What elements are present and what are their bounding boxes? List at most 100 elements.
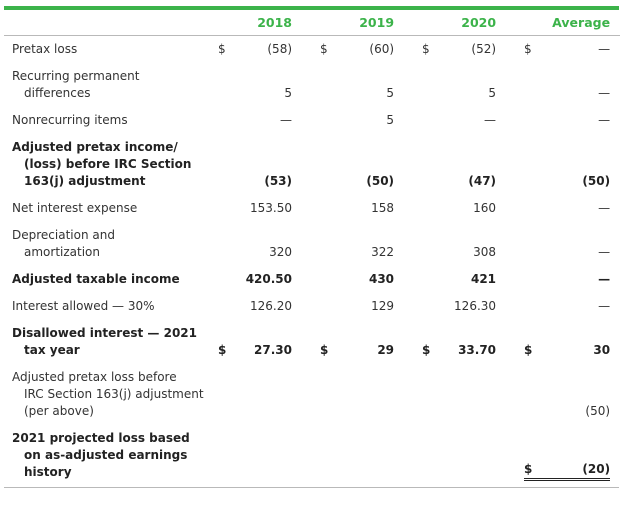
value-2019: (60) bbox=[369, 42, 395, 56]
value-2018 bbox=[230, 364, 314, 425]
dollar-sign-2019 bbox=[314, 364, 332, 425]
column-header-2020: 2020 bbox=[416, 10, 519, 36]
dollar-sign-2018 bbox=[212, 364, 230, 425]
value-2019 bbox=[332, 425, 416, 485]
dollar-sign-2018 bbox=[212, 134, 230, 195]
dollar-sign-2018: $ bbox=[218, 42, 226, 56]
row-label-line: Pretax loss bbox=[12, 42, 78, 56]
value-2019: (50) bbox=[366, 174, 395, 188]
value-2020: 126.30 bbox=[454, 299, 497, 313]
value-2020: 5 bbox=[488, 86, 497, 100]
dollar-sign-2019 bbox=[314, 425, 332, 485]
value-2019: 322 bbox=[371, 245, 395, 259]
dollar-sign-average bbox=[518, 266, 536, 293]
row-label-line: Disallowed interest — 2021 bbox=[12, 326, 197, 340]
value-average: — bbox=[598, 113, 611, 127]
value-2018 bbox=[230, 425, 314, 485]
value-average: 30 bbox=[593, 343, 611, 357]
dollar-sign-2019 bbox=[314, 195, 332, 222]
column-header-2018: 2018 bbox=[212, 10, 315, 36]
header-label-spacer bbox=[4, 10, 212, 36]
table-row: Adjusted pretax income/ (loss) before IRC… bbox=[4, 134, 620, 195]
dollar-sign-2018 bbox=[212, 107, 230, 134]
row-label-line: (loss) before IRC Section bbox=[24, 157, 192, 171]
row-label-line: Recurring permanent bbox=[12, 69, 140, 83]
value-average: — bbox=[598, 86, 611, 100]
dollar-sign-2019 bbox=[314, 222, 332, 266]
table-row: Adjusted taxable income 420.50 430 421 — bbox=[4, 266, 620, 293]
dollar-sign-2018 bbox=[212, 222, 230, 266]
dollar-sign-2019: $ bbox=[320, 42, 328, 56]
row-label: Adjusted pretax income/ (loss) before IRC… bbox=[4, 134, 212, 195]
dollar-sign-average bbox=[518, 195, 536, 222]
dollar-sign-average: $ bbox=[518, 425, 537, 485]
value-average: — bbox=[598, 42, 611, 56]
table-row: 2021 projected loss based on as-adjusted … bbox=[4, 425, 620, 485]
value-2018: 27.30 bbox=[254, 343, 293, 357]
table-body: Pretax loss $ (58) $ (60) $ (52) $ — Recurring pe… bbox=[4, 36, 620, 486]
dollar-sign-2020 bbox=[416, 293, 434, 320]
dollar-sign-average: $ bbox=[524, 343, 533, 357]
value-2018: (53) bbox=[264, 174, 293, 188]
dollar-sign-average bbox=[518, 63, 536, 107]
dollar-sign-2018 bbox=[212, 63, 230, 107]
total-value: (20) bbox=[536, 461, 611, 481]
dollar-sign-2018 bbox=[212, 425, 230, 485]
row-label-line: differences bbox=[24, 86, 91, 100]
table-row: Net interest expense 153.50 158 160 — bbox=[4, 195, 620, 222]
dollar-sign-average bbox=[518, 364, 536, 425]
dollar-sign-average: $ bbox=[524, 42, 532, 56]
table-row: Interest allowed — 30% 126.20 129 126.30 — bbox=[4, 293, 620, 320]
value-average: (50) bbox=[582, 174, 611, 188]
dollar-sign-2020 bbox=[416, 134, 434, 195]
row-label-line: Adjusted pretax income/ bbox=[12, 140, 178, 154]
value-2020: — bbox=[484, 113, 497, 127]
value-2019: 158 bbox=[371, 201, 395, 215]
value-2020 bbox=[434, 364, 518, 425]
dollar-sign-average bbox=[518, 222, 536, 266]
value-average: (50) bbox=[585, 404, 611, 418]
value-2019: 29 bbox=[377, 343, 395, 357]
row-label: Net interest expense bbox=[4, 195, 212, 222]
value-2018: (58) bbox=[267, 42, 293, 56]
row-label-line: 2021 projected loss based bbox=[12, 431, 190, 445]
total-dollar-sign: $ bbox=[524, 461, 537, 481]
value-average: — bbox=[598, 201, 611, 215]
table-row: Nonrecurring items — 5 — — bbox=[4, 107, 620, 134]
row-label-line: amortization bbox=[24, 245, 100, 259]
bottom-rule bbox=[4, 487, 619, 488]
dollar-sign-2018 bbox=[212, 266, 230, 293]
value-average: — bbox=[598, 272, 611, 286]
interest-limitation-table-container: 2018 2019 2020 Average Pretax loss $ (58) $… bbox=[4, 6, 621, 488]
row-label: Disallowed interest — 2021 tax year bbox=[4, 320, 212, 364]
value-2020: 308 bbox=[473, 245, 497, 259]
dollar-sign-average bbox=[518, 107, 536, 134]
value-2020: (52) bbox=[471, 42, 497, 56]
dollar-sign-2020 bbox=[416, 266, 434, 293]
dollar-sign-2018 bbox=[212, 195, 230, 222]
value-average: — bbox=[598, 299, 611, 313]
dollar-sign-2020 bbox=[416, 63, 434, 107]
row-label-line: Nonrecurring items bbox=[12, 113, 128, 127]
value-2018: 5 bbox=[284, 86, 293, 100]
value-2019: 5 bbox=[386, 86, 395, 100]
row-label-line: Adjusted taxable income bbox=[12, 272, 180, 286]
dollar-sign-2020: $ bbox=[422, 343, 431, 357]
row-label-line: IRC Section 163(j) adjustment bbox=[24, 387, 204, 401]
row-label-line: tax year bbox=[24, 343, 80, 357]
dollar-sign-2019 bbox=[314, 63, 332, 107]
value-average: — bbox=[598, 245, 611, 259]
dollar-sign-2019: $ bbox=[320, 343, 329, 357]
row-label-line: Adjusted pretax loss before bbox=[12, 370, 177, 384]
row-label-line: Interest allowed — 30% bbox=[12, 299, 155, 313]
dollar-sign-2019 bbox=[314, 266, 332, 293]
dollar-sign-2020: $ bbox=[422, 42, 430, 56]
row-label-line: Net interest expense bbox=[12, 201, 138, 215]
header-row: 2018 2019 2020 Average bbox=[4, 10, 621, 36]
value-2018: 420.50 bbox=[245, 272, 293, 286]
value-2018: — bbox=[280, 113, 293, 127]
dollar-sign-2018 bbox=[212, 293, 230, 320]
dollar-sign-average bbox=[518, 293, 536, 320]
value-average: (20) bbox=[536, 425, 620, 485]
dollar-sign-2019 bbox=[314, 134, 332, 195]
